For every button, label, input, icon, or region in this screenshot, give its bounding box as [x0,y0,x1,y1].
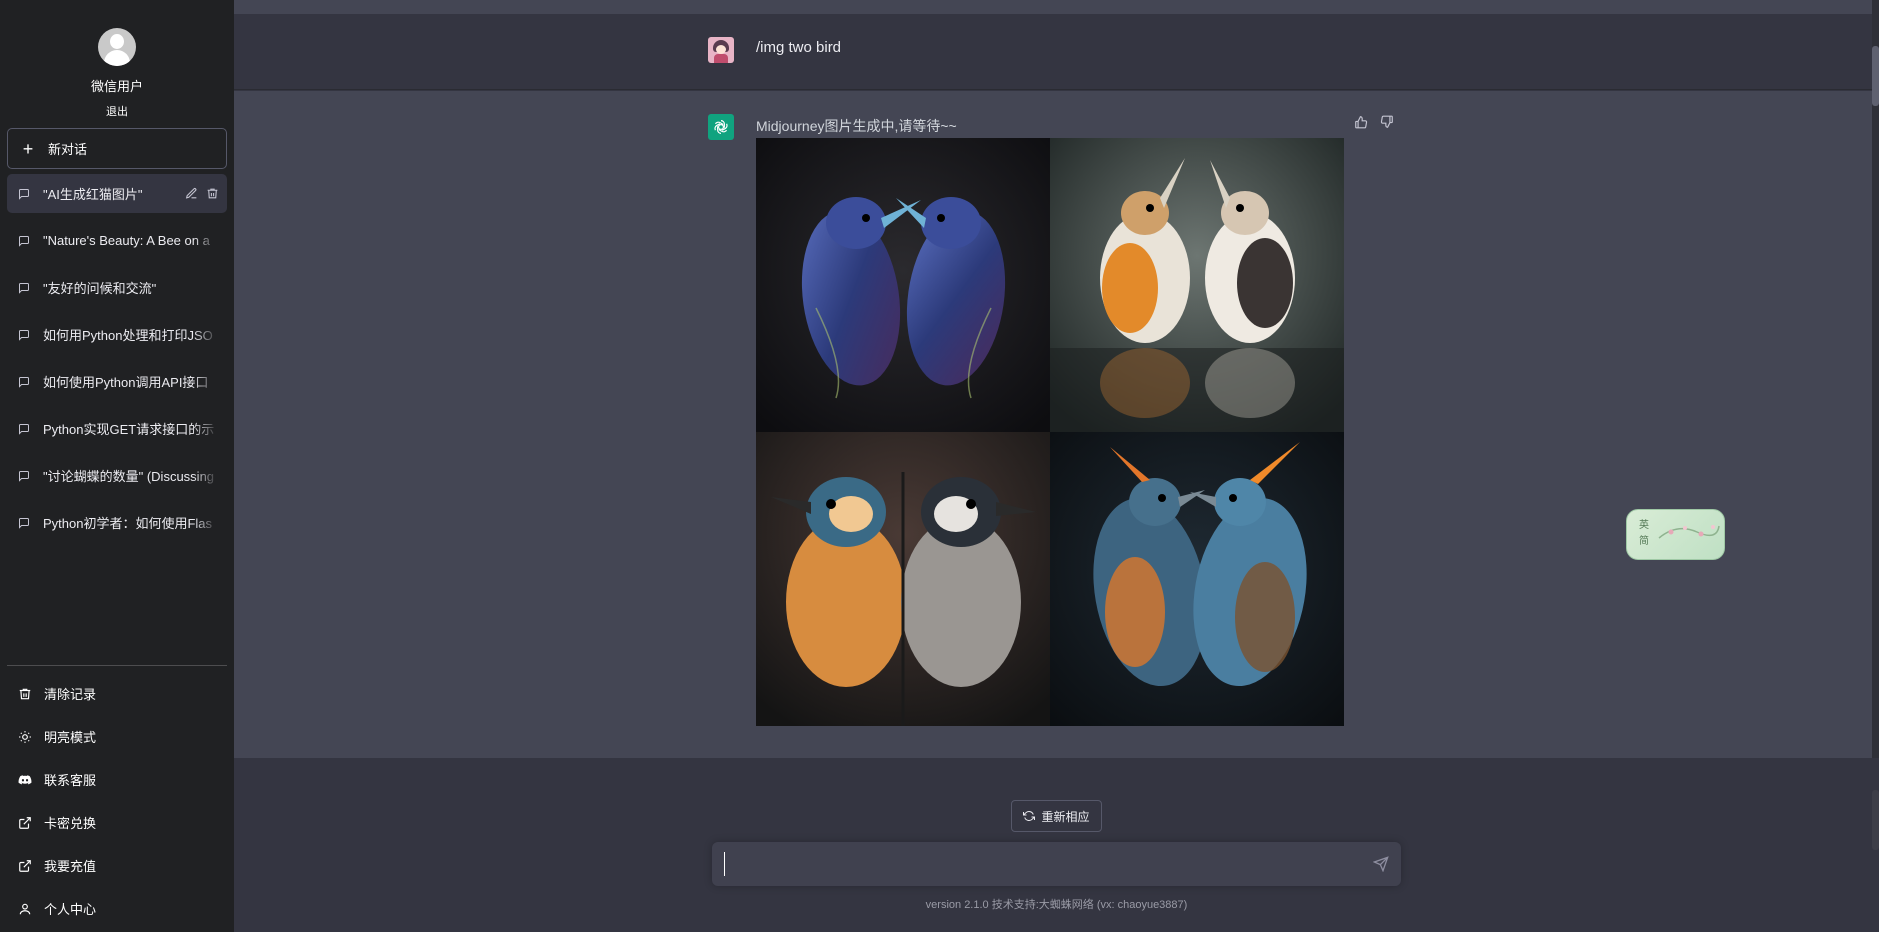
chat-bubble-icon [19,188,29,200]
menu-item-clear-records[interactable]: 清除记录 [7,672,227,715]
conversation-item[interactable]: 如何使用Python调用API接口 [7,362,227,401]
ime-char-en: 英 [1639,520,1649,531]
ime-decoration-icon [1658,525,1720,539]
chat-bubble-icon [19,423,29,435]
chat-bubble-icon [19,470,29,482]
user-avatar-icon[interactable] [98,28,136,66]
ime-char-simplified: 简 [1639,536,1649,547]
chat-input-box [712,842,1401,886]
sun-icon [19,730,31,743]
conversation-item[interactable]: Python实现GET请求接口的示 [7,409,227,448]
version-footer: version 2.1.0 技术支持:大蜘蛛网络 (vx: chaoyue388… [925,899,1188,911]
generated-image-2[interactable] [1050,138,1344,432]
conversation-title: Python实现GET请求接口的示 [43,422,215,437]
menu-item-redeem-card[interactable]: 卡密兑换 [7,801,227,844]
conversation-item[interactable]: 如何用Python处理和打印JSO [7,315,227,354]
menu-item-label: 我要充值 [44,859,97,874]
logout-link[interactable]: 退出 [0,103,234,119]
trash-icon [19,688,31,699]
scrollbar-track[interactable] [1872,0,1879,758]
conversation-item[interactable]: "讨论蝴蝶的数量" (Discussing [7,456,227,495]
username: 微信用户 [90,79,143,94]
external-link-icon [19,816,31,829]
menu-item-profile[interactable]: 个人中心 [7,887,227,930]
scrollbar-thumb[interactable] [1872,46,1879,106]
edit-icon[interactable] [185,187,198,200]
menu-item-label: 联系客服 [44,773,97,788]
previous-message-strip [234,0,1872,14]
generated-image-3[interactable] [756,432,1050,726]
plus-icon: + [22,138,34,159]
new-chat-label: 新对话 [48,142,88,157]
conversation-title: "AI生成红猫图片" [43,187,143,202]
chat-input[interactable] [724,852,1344,876]
conversation-item[interactable]: "AI生成红猫图片" [7,174,227,213]
ime-toolbar-widget[interactable]: 英 简 [1626,509,1725,560]
conversation-list: "AI生成红猫图片" "Nature's Beauty: A Bee on a … [7,174,227,550]
menu-item-label: 卡密兑换 [44,816,97,831]
conversation-title: "友好的问候和交流" [43,281,157,296]
conversation-item[interactable]: Python初学者：如何使用Flas [7,503,227,542]
menu-item-label: 个人中心 [44,902,97,917]
chat-bubble-icon [19,282,29,294]
conversation-title: 如何使用Python调用API接口 [43,375,209,390]
regenerate-label: 重新相应 [1041,809,1090,824]
user-message-text: /img two bird [756,39,842,56]
feedback-buttons [1354,115,1394,129]
conversation-title: 如何用Python处理和打印JSO [43,328,213,343]
thumbs-down-icon[interactable] [1380,115,1394,129]
bot-message-row: Midjourney图片生成中,请等待~~ [234,91,1872,758]
conversation-item[interactable]: "友好的问候和交流" [7,268,227,307]
menu-item-label: 清除记录 [44,687,97,702]
user-block: 微信用户 退出 [0,28,234,119]
bot-message-text: Midjourney图片生成中,请等待~~ [756,118,957,134]
chat-main: /img two bird Midjourney图片生成中,请等待~~ 重新相应… [234,0,1879,932]
user-message-row: /img two bird [234,14,1872,90]
menu-item-recharge[interactable]: 我要充值 [7,844,227,887]
conversation-title: "讨论蝴蝶的数量" (Discussing [43,469,215,484]
sidebar-divider [7,665,227,666]
chat-bubble-icon [19,329,29,341]
menu-item-label: 明亮模式 [44,730,97,745]
discord-icon [18,774,32,784]
openai-logo-icon [708,114,734,140]
chat-bubble-icon [19,235,29,247]
menu-item-contact-support[interactable]: 联系客服 [7,758,227,801]
trash-icon[interactable] [206,187,219,200]
generated-image-1[interactable] [756,138,1050,432]
conversation-title: Python初学者：如何使用Flas [43,516,213,531]
sidebar-bottom-menu: 清除记录 明亮模式 联系客服 卡密兑换 我要充值 个人中心 [7,672,227,930]
external-link-icon [19,859,31,872]
send-icon[interactable] [1373,856,1389,872]
thumbs-up-icon[interactable] [1354,115,1368,129]
scrollbar-thumb-lower[interactable] [1872,790,1879,850]
user-avatar-icon [708,37,734,63]
chat-bubble-icon [19,376,29,388]
conversation-title: "Nature's Beauty: A Bee on a [43,233,210,248]
refresh-icon [1023,810,1036,822]
sidebar: 微信用户 退出 + 新对话 "AI生成红猫图片" "Nature's Beaut… [0,0,234,932]
chat-bubble-icon [19,517,29,529]
generated-image-4[interactable] [1050,432,1344,726]
generated-image-grid[interactable] [756,138,1344,726]
new-chat-button[interactable]: + 新对话 [7,128,227,169]
menu-item-light-mode[interactable]: 明亮模式 [7,715,227,758]
regenerate-button[interactable]: 重新相应 [1011,800,1102,832]
conversation-item[interactable]: "Nature's Beauty: A Bee on a [7,221,227,260]
user-icon [19,903,31,914]
